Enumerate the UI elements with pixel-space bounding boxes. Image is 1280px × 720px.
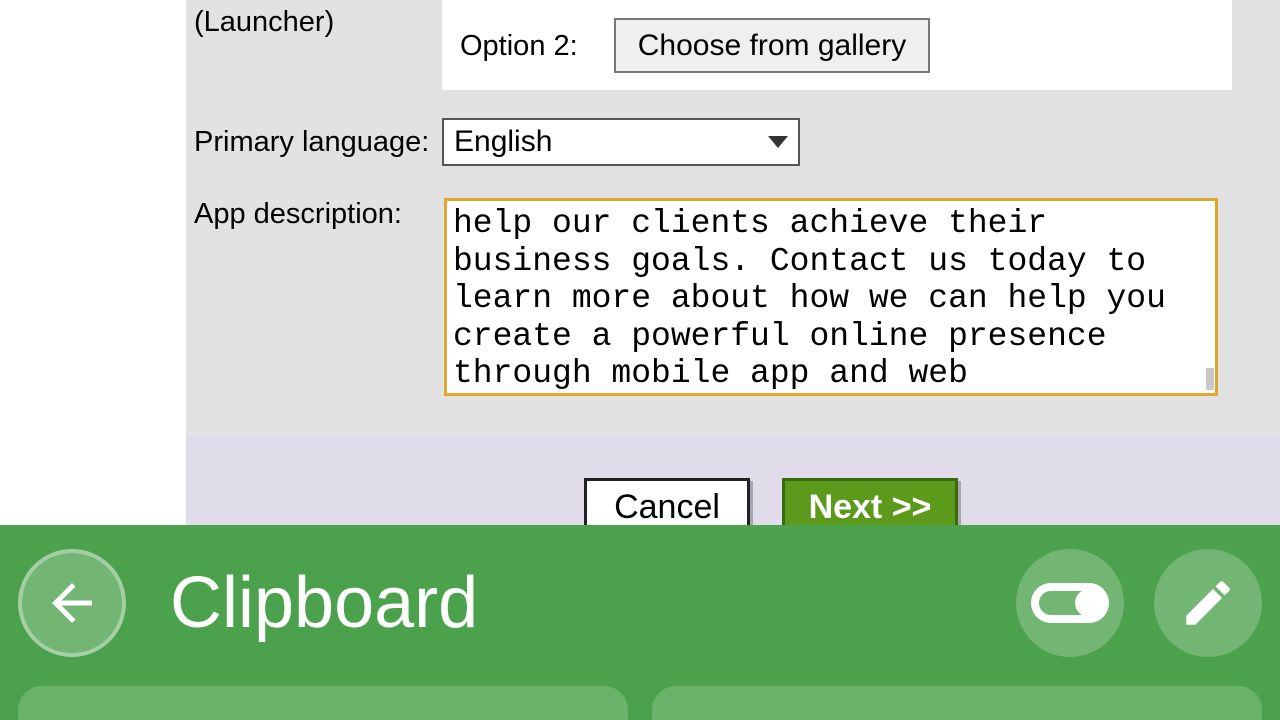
toggle-icon [1031, 583, 1109, 623]
primary-language-label: Primary language: [194, 126, 429, 159]
launcher-label: (Launcher) [194, 6, 334, 39]
app-root: (Launcher) Option 2: Choose from gallery… [0, 0, 1280, 720]
cancel-button-label: Cancel [614, 488, 720, 527]
app-description-textarea[interactable] [444, 198, 1218, 396]
choose-from-gallery-button[interactable]: Choose from gallery [614, 18, 930, 73]
edit-button[interactable] [1154, 549, 1262, 657]
textarea-scrollbar[interactable] [1206, 368, 1214, 390]
pencil-icon [1179, 574, 1237, 632]
clipboard-item[interactable] [652, 686, 1262, 720]
app-description-label: App description: [194, 198, 402, 231]
arrow-left-icon [42, 573, 102, 633]
chevron-down-icon [768, 136, 788, 148]
clipboard-toggle-button[interactable] [1016, 549, 1124, 657]
form-panel: (Launcher) Option 2: Choose from gallery… [186, 0, 1280, 436]
clipboard-item[interactable] [18, 686, 628, 720]
clipboard-title: Clipboard [170, 562, 1016, 644]
left-margin [0, 0, 186, 525]
gallery-button-label: Choose from gallery [638, 29, 906, 63]
next-button-label: Next >> [809, 488, 932, 527]
clipboard-items-row [0, 680, 1280, 720]
option2-label: Option 2: [460, 30, 578, 63]
primary-language-select[interactable]: English [442, 118, 800, 166]
form-actions: Cancel Next >> [186, 436, 1280, 525]
back-button[interactable] [18, 549, 126, 657]
keyboard-clipboard-bar: Clipboard [0, 525, 1280, 680]
toggle-knob [1075, 589, 1103, 617]
language-value: English [454, 125, 552, 159]
